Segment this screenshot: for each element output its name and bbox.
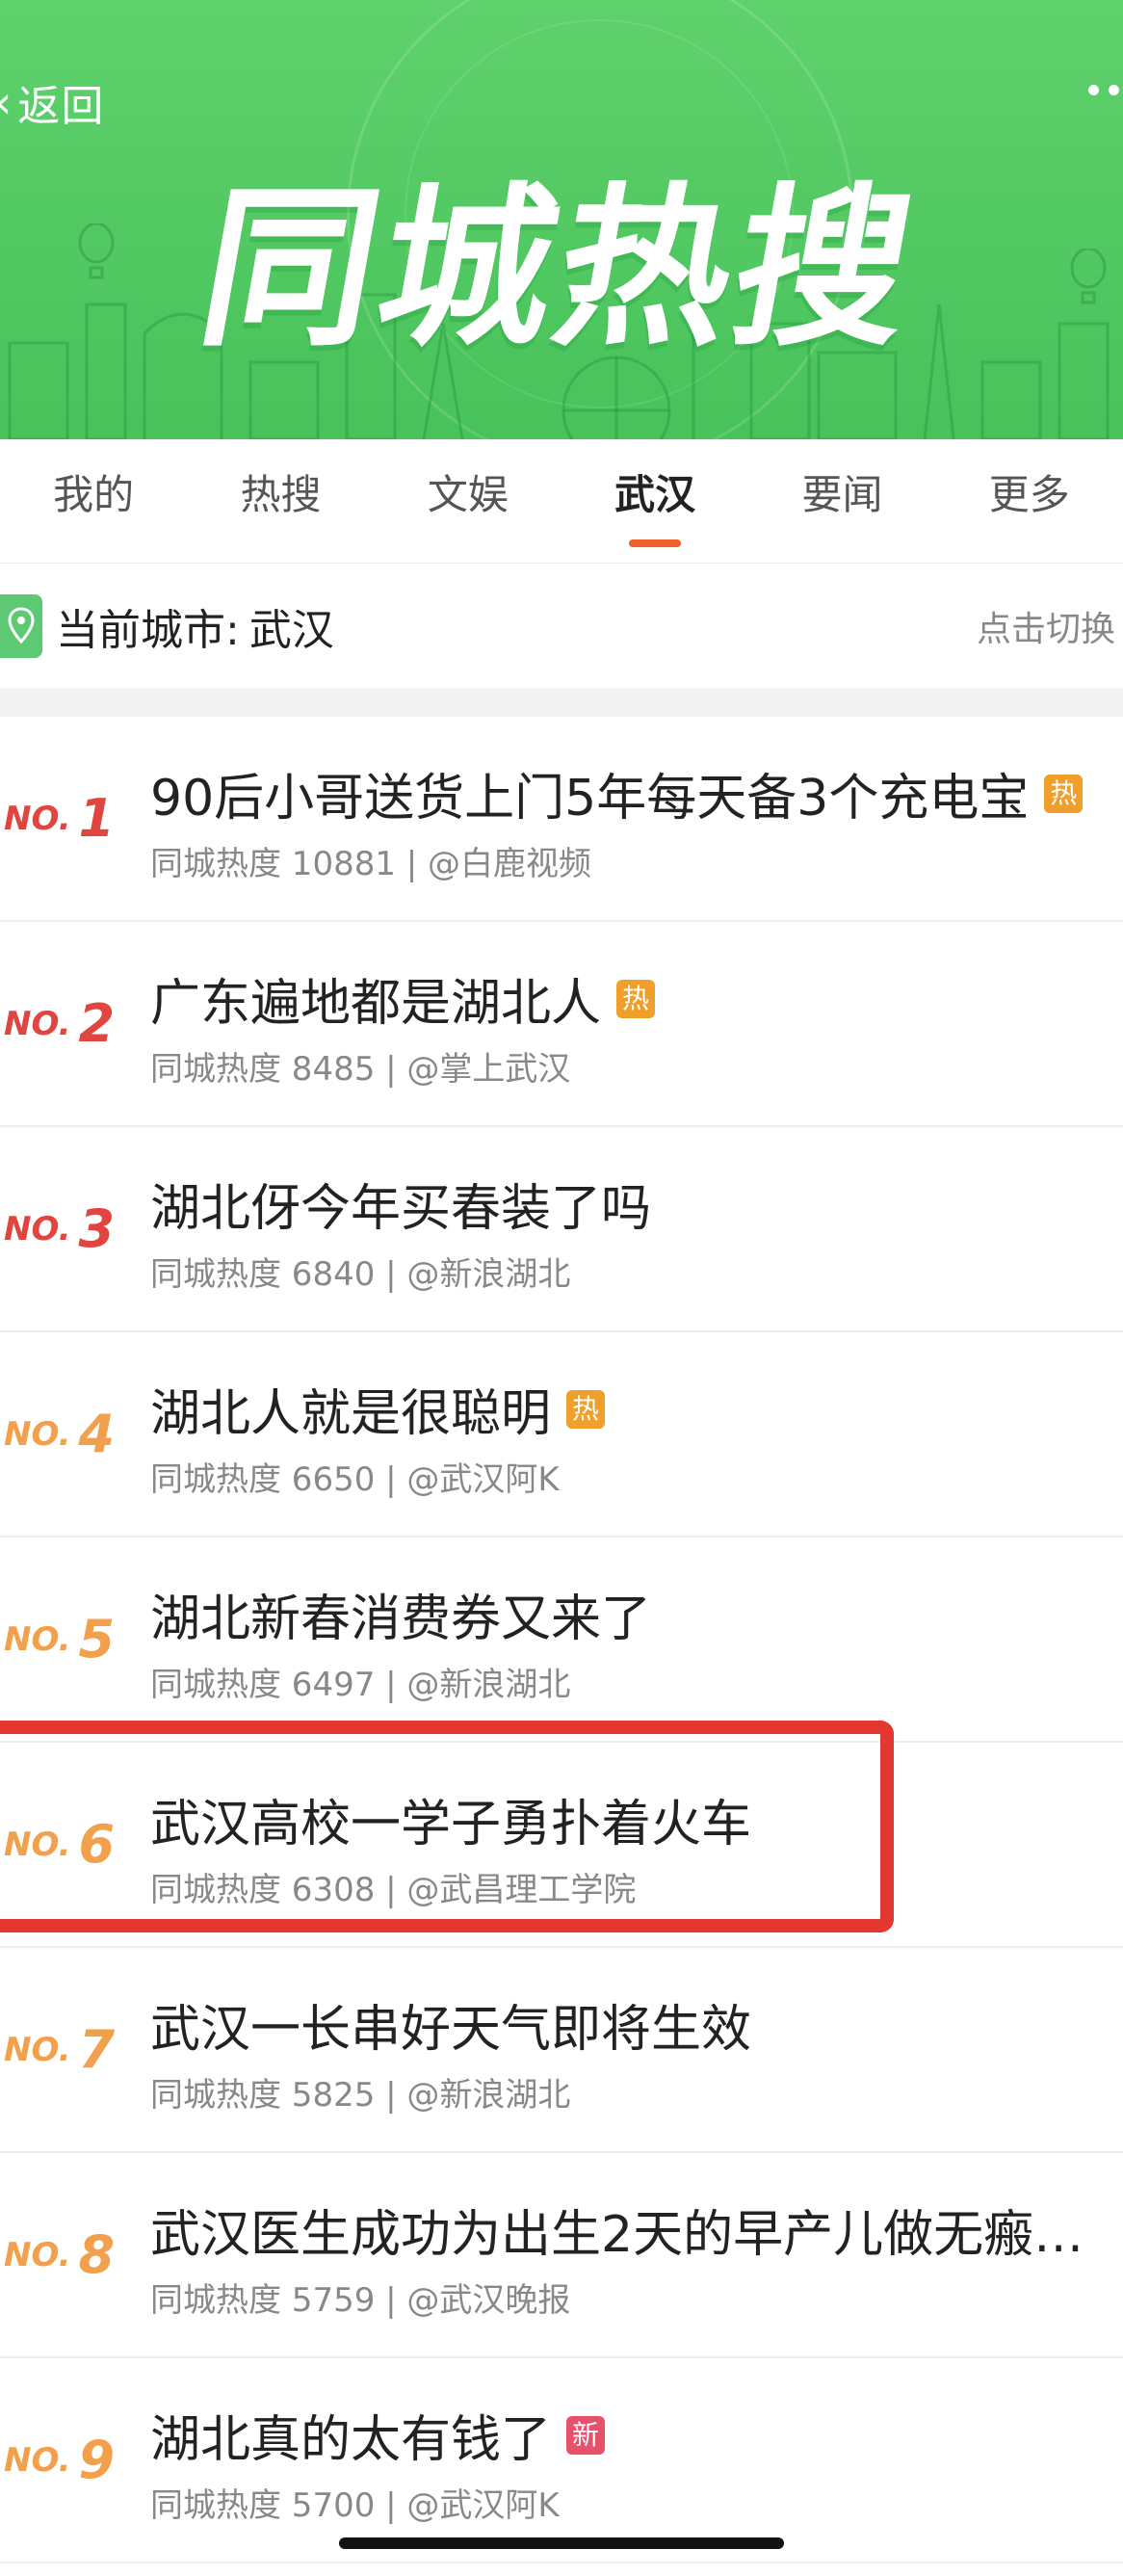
tab-5[interactable]: 更多 [936, 439, 1123, 563]
back-label: 返回 [17, 82, 105, 131]
rank-label: NO. 4 [4, 1332, 129, 1536]
hot-badge: 热 [616, 979, 656, 1018]
item-meta: 同城热度 6840 | @新浪湖北 [150, 1255, 571, 1294]
rank-prefix: NO. [4, 1004, 71, 1043]
item-meta: 同城热度 6308 | @武昌理工学院 [150, 1871, 637, 1909]
rank-prefix: NO. [4, 2440, 71, 2480]
current-city-value: 武汉 [248, 606, 334, 655]
list-item[interactable]: NO. 8 武汉医生成功为出生2天的早产儿做无瘢痕… 同城热度 5759 | @武汉晚… [0, 2153, 1123, 2358]
item-title-text: 武汉高校一学子勇扑着火车 [150, 1796, 752, 1853]
item-title: 湖北新春消费券又来了 [150, 1578, 1113, 1650]
tab-bar: 我的 热搜 文娱 武汉 要闻 更多 [0, 439, 1123, 563]
rank-number: 9 [78, 2430, 116, 2490]
item-meta: 同城热度 6497 | @新浪湖北 [150, 1666, 571, 1704]
rank-prefix: NO. [4, 2030, 71, 2069]
more-dot-icon [1109, 85, 1119, 95]
item-title: 武汉医生成功为出生2天的早产儿做无瘢痕… [150, 2194, 1113, 2266]
list-item[interactable]: NO. 3 湖北伢今年买春装了吗同城热度 6840 | @新浪湖北 [0, 1127, 1123, 1332]
list-item[interactable]: NO. 2 广东遍地都是湖北人热同城热度 8485 | @掌上武汉 [0, 922, 1123, 1127]
more-options-button[interactable] [1088, 85, 1123, 95]
hot-badge: 热 [1044, 774, 1084, 813]
current-city-label: 当前城市: 武汉 [56, 595, 334, 657]
rank-number: 5 [78, 1609, 116, 1669]
rank-number: 7 [78, 2019, 116, 2080]
item-title-text: 武汉一长串好天气即将生效 [150, 2001, 752, 2059]
item-meta: 同城热度 5700 | @武汉阿K [150, 2486, 560, 2525]
tab-3[interactable]: 武汉 [562, 439, 748, 563]
rank-number: 4 [78, 1404, 116, 1464]
item-title: 武汉高校一学子勇扑着火车 [150, 1783, 1113, 1855]
rank-label: NO. 9 [4, 2358, 129, 2562]
list-item[interactable]: NO. 4 湖北人就是很聪明热同城热度 6650 | @武汉阿K [0, 1332, 1123, 1538]
list-item[interactable]: NO. 9 湖北真的太有钱了新同城热度 5700 | @武汉阿K [0, 2358, 1123, 2563]
header-banner: ‹ 返回 同城热搜 [0, 0, 1123, 439]
new-badge: 新 [566, 2415, 606, 2455]
rank-prefix: NO. [4, 799, 71, 838]
tab-4[interactable]: 要闻 [748, 439, 935, 563]
rank-number: 2 [78, 993, 116, 1054]
tab-label: 更多 [988, 471, 1070, 518]
rank-label: NO. 5 [4, 1538, 129, 1741]
item-title-text: 湖北真的太有钱了 [150, 2411, 552, 2469]
rank-prefix: NO. [4, 2235, 71, 2274]
list-item[interactable]: NO. 1 90后小哥送货上门5年每天备3个充电宝热同城热度 10881 | @白鹿… [0, 717, 1123, 922]
rank-prefix: NO. [4, 1619, 71, 1659]
item-title-text: 湖北新春消费券又来了 [150, 1590, 652, 1648]
rank-prefix: NO. [4, 1414, 71, 1454]
list-item[interactable]: NO. 6 武汉高校一学子勇扑着火车同城热度 6308 | @武昌理工学院 [0, 1743, 1123, 1948]
item-title-text: 湖北人就是很聪明 [150, 1385, 552, 1443]
current-city-prefix: 当前城市: [56, 606, 240, 655]
rank-label: NO. 6 [4, 1743, 129, 1946]
chevron-left-icon: ‹ [0, 80, 12, 124]
rank-label: NO. 1 [4, 717, 129, 920]
item-title: 湖北人就是很聪明热 [150, 1373, 1113, 1445]
more-dot-icon [1088, 85, 1099, 95]
item-title-text: 湖北伢今年买春装了吗 [150, 1180, 652, 1238]
tab-1[interactable]: 热搜 [187, 439, 374, 563]
item-title-text: 武汉医生成功为出生2天的早产儿做无瘢痕… [150, 2206, 1113, 2264]
tab-label: 热搜 [240, 471, 322, 518]
switch-city-button[interactable]: 点击切换 [977, 601, 1115, 651]
hot-badge: 热 [566, 1389, 606, 1429]
rank-number: 6 [78, 1814, 116, 1875]
item-title: 90后小哥送货上门5年每天备3个充电宝热 [150, 757, 1113, 829]
item-title: 湖北伢今年买春装了吗 [150, 1168, 1113, 1240]
rank-prefix: NO. [4, 1209, 71, 1249]
rank-label: NO. 3 [4, 1127, 129, 1330]
banner-title: 同城热搜 [186, 169, 931, 370]
location-pin-icon [0, 594, 42, 658]
rank-label: NO. 8 [4, 2153, 129, 2356]
item-meta: 同城热度 8485 | @掌上武汉 [150, 1050, 571, 1089]
item-title: 武汉一长串好天气即将生效 [150, 1988, 1113, 2061]
hot-search-list: NO. 1 90后小哥送货上门5年每天备3个充电宝热同城热度 10881 | @白鹿… [0, 717, 1123, 2563]
item-title-text: 90后小哥送货上门5年每天备3个充电宝 [150, 770, 1030, 828]
home-indicator [339, 2537, 784, 2549]
list-item[interactable]: NO. 7 武汉一长串好天气即将生效同城热度 5825 | @新浪湖北 [0, 1948, 1123, 2153]
tab-label: 要闻 [801, 471, 883, 518]
item-title-text: 广东遍地都是湖北人 [150, 975, 602, 1033]
item-title: 湖北真的太有钱了新 [150, 2399, 1113, 2471]
rank-prefix: NO. [4, 1825, 71, 1864]
section-divider [0, 688, 1123, 717]
back-button[interactable]: ‹ 返回 [0, 71, 104, 133]
tab-label: 武汉 [614, 471, 696, 518]
tab-2[interactable]: 文娱 [375, 439, 562, 563]
rank-number: 3 [78, 1198, 116, 1259]
rank-number: 8 [78, 2224, 116, 2285]
item-meta: 同城热度 5825 | @新浪湖北 [150, 2076, 571, 2115]
rank-label: NO. 2 [4, 922, 129, 1125]
item-meta: 同城热度 6650 | @武汉阿K [150, 1460, 560, 1499]
rank-number: 1 [78, 788, 116, 849]
current-city-bar: 当前城市: 武汉 点击切换 [0, 563, 1123, 689]
tab-label: 文娱 [427, 471, 509, 518]
item-meta: 同城热度 5759 | @武汉晚报 [150, 2281, 571, 2320]
tab-0[interactable]: 我的 [0, 439, 187, 563]
item-title: 广东遍地都是湖北人热 [150, 962, 1113, 1035]
tab-label: 我的 [53, 471, 135, 518]
list-item[interactable]: NO. 5 湖北新春消费券又来了同城热度 6497 | @新浪湖北 [0, 1538, 1123, 1743]
item-meta: 同城热度 10881 | @白鹿视频 [150, 845, 592, 883]
rank-label: NO. 7 [4, 1948, 129, 2151]
